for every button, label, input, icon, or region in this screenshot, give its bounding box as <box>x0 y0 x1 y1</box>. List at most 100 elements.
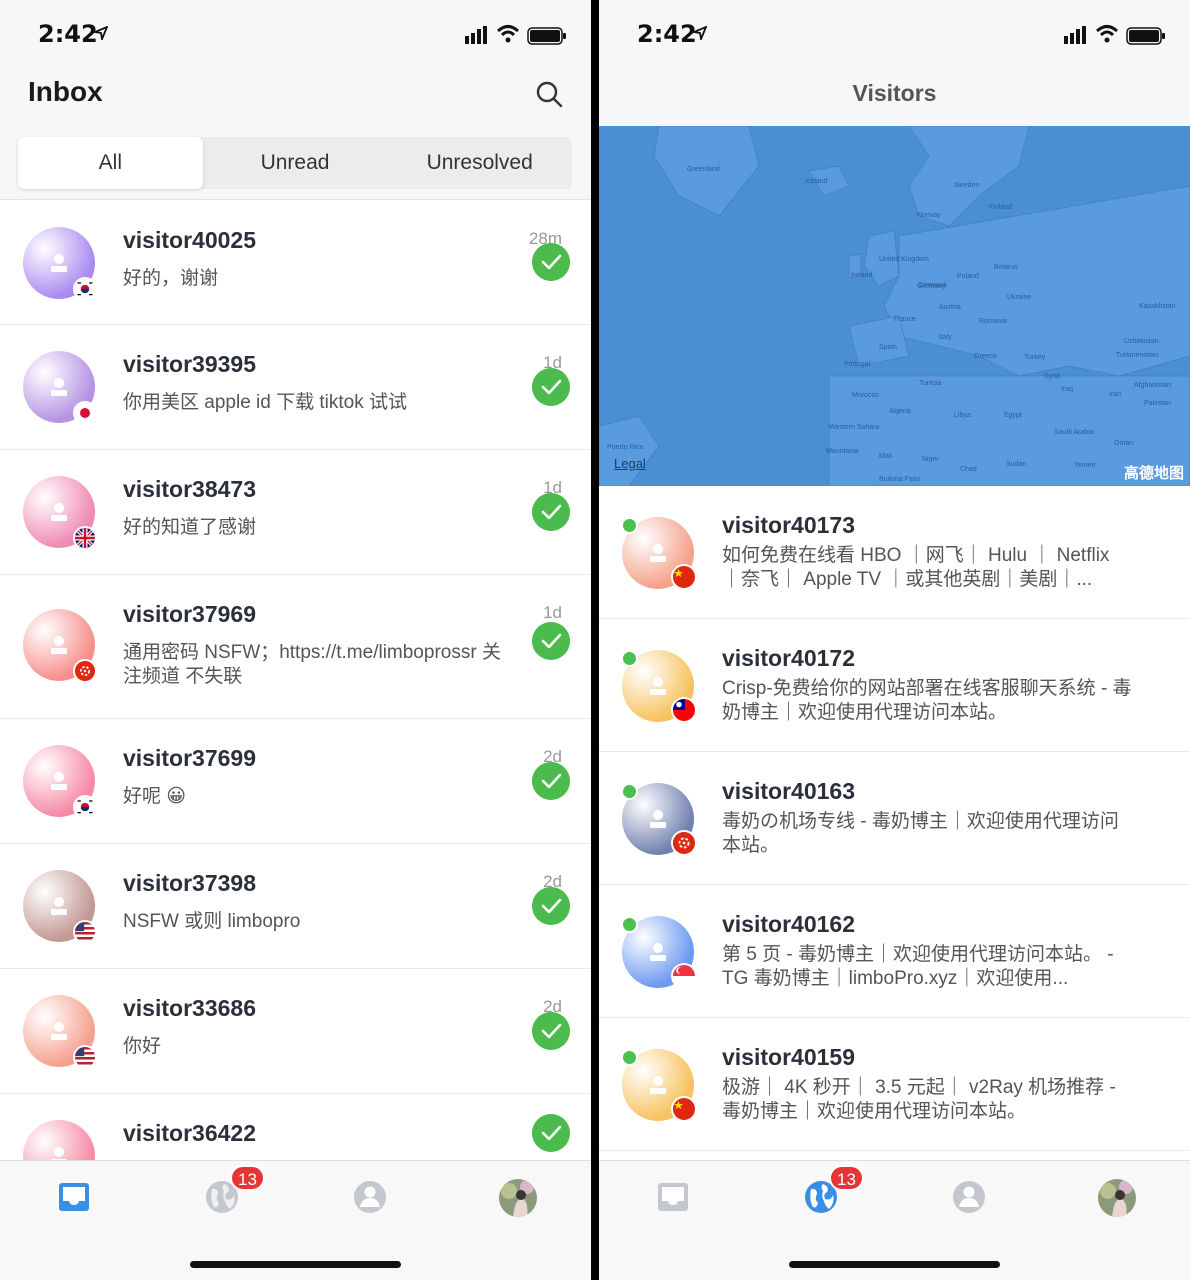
map-label: Yemen <box>1074 462 1096 469</box>
last-message: 通用密码 NSFW；https://t.me/limboprossr 关注频道 … <box>123 642 501 687</box>
map-label: Norway <box>917 212 941 219</box>
page-title: Visitors <box>852 80 937 106</box>
map-label: Egypt <box>1004 412 1022 419</box>
last-message: NSFW 或则 limbopro <box>123 911 301 932</box>
user-icon[interactable] <box>951 1179 987 1215</box>
country-flag-icon <box>73 526 97 550</box>
country-flag-icon <box>73 1045 97 1069</box>
map-label: Iraq <box>1061 386 1074 393</box>
check-icon <box>532 243 570 281</box>
visitor-row[interactable]: visitor40172 Crisp-免费给你的网站部署在线客服聊天系统 - 毒奶… <box>599 619 1190 752</box>
conversation-row[interactable]: visitor33686 你好 2d <box>0 969 591 1094</box>
check-icon <box>532 1114 570 1152</box>
map-label: Germany <box>917 283 946 290</box>
visitor-name: visitor40162 <box>722 911 855 937</box>
message-time: 1d <box>543 603 562 622</box>
visitor-avatar <box>23 745 97 819</box>
home-indicator <box>190 1261 401 1268</box>
map-label: Ireland <box>851 272 873 279</box>
map-label: Uzbekistan <box>1124 338 1159 345</box>
user-icon[interactable] <box>352 1179 388 1215</box>
segmented-control: All Unread Unresolved <box>18 137 572 189</box>
conversation-row[interactable]: visitor39395 你用美区 apple id 下载 tiktok 试试 1d <box>0 325 591 450</box>
conversation-row[interactable]: visitor37699 好呢 😀 2d <box>0 719 591 844</box>
map-label: Mauritania <box>826 448 859 455</box>
map-label: Oman <box>1114 440 1134 447</box>
visitor-avatar <box>23 870 97 944</box>
country-flag-icon <box>73 659 97 683</box>
wifi-icon <box>1096 25 1118 43</box>
visitor-avatar <box>23 476 97 550</box>
search-icon[interactable] <box>535 80 563 108</box>
visitor-avatar <box>23 609 97 683</box>
map-label: Puerto Rico <box>607 444 644 451</box>
map-label: Greece <box>974 353 997 360</box>
visitor-name: visitor36422 <box>123 1120 256 1146</box>
battery-icon <box>527 27 566 45</box>
map-label: Tunisia <box>919 380 942 387</box>
map-label: Libya <box>954 412 971 419</box>
status-time: 2:42 <box>637 20 697 48</box>
map-label: Saudi Arabia <box>1054 429 1094 436</box>
visitors-screen: 2:42 Visitors Legal 高德地图 Greenland Icelan… <box>599 0 1190 1280</box>
map-label: Spain <box>879 344 897 351</box>
check-icon <box>532 493 570 531</box>
inbox-icon[interactable] <box>56 1179 92 1215</box>
avatar-icon[interactable] <box>1098 1179 1136 1217</box>
check-icon <box>532 622 570 660</box>
conversation-row[interactable]: visitor38473 好的知道了感谢 1d <box>0 450 591 575</box>
last-message: 你好 <box>123 1036 162 1057</box>
country-flag-icon <box>73 920 97 944</box>
country-flag-icon <box>671 963 697 989</box>
visited-page-title: 毒奶の机场专线 - 毒奶博主｜欢迎使用代理访问本站。 <box>722 811 1119 856</box>
online-indicator <box>621 783 638 800</box>
visitor-row[interactable]: visitor40162 第 5 页 - 毒奶博主｜欢迎使用代理访问本站。 - T… <box>599 885 1190 1018</box>
map-label: Finland <box>989 204 1012 211</box>
visitor-row[interactable]: visitor40159 极游｜ 4K 秒开｜ 3.5 元起｜ v2Ray 机场推… <box>599 1018 1190 1151</box>
visitor-name: visitor33686 <box>123 995 256 1021</box>
map-label: Pakistan <box>1144 400 1171 407</box>
avatar-icon[interactable] <box>499 1179 537 1217</box>
conversation-row[interactable]: visitor37969 通用密码 NSFW；https://t.me/limbo… <box>0 575 591 719</box>
inbox-icon[interactable] <box>655 1179 691 1215</box>
visitor-row[interactable]: visitor40173 如何免费在线看 HBO ｜网飞｜ Hulu ｜ Netf… <box>599 486 1190 619</box>
conversation-row[interactable]: visitor37398 NSFW 或则 limbopro 2d <box>0 844 591 969</box>
signal-icon <box>465 26 487 44</box>
map-label: Morocco <box>852 392 879 399</box>
country-flag-icon <box>73 401 97 425</box>
visitor-name: visitor40025 <box>123 227 256 253</box>
map-label: Greenland <box>687 166 720 173</box>
visitor-row[interactable]: visitor40163 毒奶の机场专线 - 毒奶博主｜欢迎使用代理访问本站。 <box>599 752 1190 885</box>
visitor-avatar <box>23 351 97 425</box>
tab-all[interactable]: All <box>18 137 203 189</box>
country-flag-icon <box>671 564 697 590</box>
check-icon <box>532 762 570 800</box>
visitor-name: visitor39395 <box>123 351 256 377</box>
notification-badge: 13 <box>230 1165 265 1191</box>
conversation-row[interactable]: visitor40025 好的，谢谢 28m <box>0 201 591 325</box>
visitor-name: visitor38473 <box>123 476 256 502</box>
map-label: Afghanistan <box>1134 382 1171 389</box>
map-label: Poland <box>957 273 979 280</box>
map-label: Turkmenistan <box>1116 352 1159 359</box>
map-provider-logo: 高德地图 <box>1123 465 1184 482</box>
online-indicator <box>621 1049 638 1066</box>
wifi-icon <box>497 25 519 43</box>
last-message: 好呢 😀 <box>123 786 187 807</box>
visitor-name: visitor40163 <box>722 778 855 804</box>
inbox-screen: 2:42 Inbox All Unread Unresolved visitor… <box>0 0 591 1280</box>
battery-icon <box>1126 27 1165 45</box>
conversation-list: visitor40025 好的，谢谢 28m visitor39395 你用美区 app… <box>0 201 591 1192</box>
visited-page-title: 第 5 页 - 毒奶博主｜欢迎使用代理访问本站。 - TG 毒奶博主｜limbo… <box>722 944 1114 989</box>
map-label: Western Sahara <box>829 424 880 431</box>
map-legal-link[interactable]: Legal <box>614 456 646 471</box>
map-label: Burkina Faso <box>879 476 921 483</box>
country-flag-icon <box>671 1096 697 1122</box>
tab-unread[interactable]: Unread <box>203 137 388 189</box>
map-label: Iran <box>1109 391 1122 398</box>
map-label: Iceland <box>805 178 828 185</box>
signal-icon <box>1064 26 1086 44</box>
world-map[interactable]: Legal 高德地图 Greenland Iceland Sweden Finland… <box>599 126 1190 486</box>
visitor-name: visitor40173 <box>722 512 855 538</box>
tab-unresolved[interactable]: Unresolved <box>387 137 572 189</box>
